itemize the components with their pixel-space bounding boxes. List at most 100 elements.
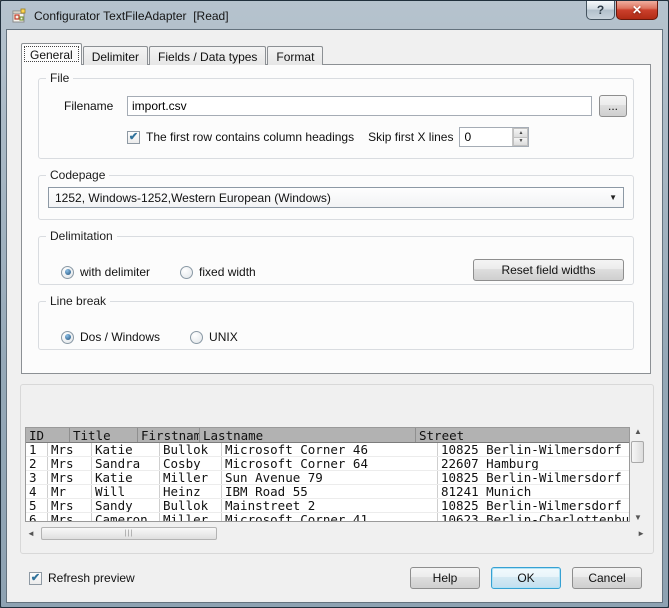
browse-button[interactable]: ... — [599, 95, 627, 117]
radio-unix[interactable] — [190, 331, 203, 344]
cell-lastname: Bullok — [160, 443, 222, 456]
app-icon — [12, 8, 28, 24]
scrollbar-grip-icon: ||| — [125, 530, 133, 537]
cell-lastname: Bullok — [160, 499, 222, 512]
cell-street: Microsoft Corner 41 — [222, 513, 438, 522]
vertical-scrollbar-thumb[interactable] — [631, 441, 644, 463]
codepage-selected-value: 1252, Windows-1252,Western European (Win… — [55, 191, 609, 205]
footer-bar: ✔ Refresh preview Help OK Cancel — [29, 567, 642, 589]
dialog-window: Configurator TextFileAdapter [Read] ? ✕ … — [0, 0, 669, 608]
first-row-checkbox[interactable]: ✔ — [127, 131, 140, 144]
preview-column-header: Firstname — [138, 428, 200, 442]
table-row[interactable]: 1 Mrs Katie Bullok Microsoft Corner 46 1… — [26, 443, 629, 457]
titlebar[interactable]: Configurator TextFileAdapter [Read] ? ✕ — [6, 1, 663, 29]
filename-label: Filename — [64, 99, 127, 113]
scroll-left-icon[interactable]: ◄ — [27, 529, 35, 538]
cell-id: 5 — [26, 499, 48, 512]
cell-firstname: Sandy — [92, 499, 160, 512]
codepage-select[interactable]: 1252, Windows-1252,Western European (Win… — [48, 187, 624, 208]
tab-general[interactable]: General — [21, 43, 82, 65]
codepage-group: Codepage 1252, Windows-1252,Western Euro… — [38, 168, 634, 220]
cell-id: 2 — [26, 457, 48, 470]
radio-dos-windows[interactable] — [61, 331, 74, 344]
horizontal-scrollbar-thumb[interactable]: ||| — [41, 527, 217, 540]
check-icon: ✔ — [129, 132, 138, 143]
tab-format[interactable]: Format — [267, 46, 323, 65]
cell-id: 1 — [26, 443, 48, 456]
spinner-up-icon: ▲ — [518, 130, 523, 136]
table-row[interactable]: 4 Mr Will Heinz IBM Road 55 81241 Munich — [26, 485, 629, 499]
cell-postalcode-city: 10623 Berlin-Charlottenburg — [438, 513, 630, 522]
cell-title: Mrs — [48, 443, 92, 456]
preview-panel: IDTitleFirstnameLastnameStreetPostalCode… — [20, 384, 654, 554]
linebreak-group: Line break Dos / Windows UNIX — [38, 294, 634, 350]
horizontal-scrollbar[interactable]: ◄ ||| ► — [25, 527, 647, 541]
skip-lines-input[interactable] — [460, 128, 512, 146]
cell-postalcode-city: 81241 Munich — [438, 485, 630, 498]
radio-dos-windows-label: Dos / Windows — [80, 330, 160, 344]
cell-street: Microsoft Corner 64 — [222, 457, 438, 470]
spinner-up-button[interactable]: ▲ — [513, 128, 528, 138]
tab-page-general: File Filename ... ✔ The first row contai… — [21, 64, 651, 374]
close-icon: ✕ — [632, 3, 642, 17]
cell-id: 3 — [26, 471, 48, 484]
cell-firstname: Cameron — [92, 513, 160, 522]
cell-title: Mrs — [48, 499, 92, 512]
codepage-group-label: Codepage — [46, 168, 109, 182]
spinner-down-icon: ▼ — [518, 138, 523, 144]
chevron-down-icon: ▼ — [609, 193, 617, 202]
preview-column-header: Street — [416, 428, 630, 442]
cell-street: IBM Road 55 — [222, 485, 438, 498]
skip-lines-label: Skip first X lines — [368, 130, 453, 144]
radio-fixed-width[interactable] — [180, 266, 193, 279]
tab-fields-data-types[interactable]: Fields / Data types — [149, 46, 266, 65]
scroll-down-icon[interactable]: ▼ — [634, 513, 642, 522]
cell-postalcode-city: 10825 Berlin-Wilmersdorf — [438, 471, 630, 484]
file-group: File Filename ... ✔ The first row contai… — [38, 71, 634, 159]
cell-title: Mrs — [48, 457, 92, 470]
cell-title: Mr — [48, 485, 92, 498]
close-button[interactable]: ✕ — [616, 1, 658, 20]
cell-title: Mrs — [48, 513, 92, 522]
vertical-scrollbar[interactable]: ▲ ▼ — [630, 427, 646, 522]
cell-street: Sun Avenue 79 — [222, 471, 438, 484]
table-row[interactable]: 3 Mrs Katie Miller Sun Avenue 79 10825 B… — [26, 471, 629, 485]
radio-with-delimiter-label: with delimiter — [80, 265, 150, 279]
cell-postalcode-city: 10825 Berlin-Wilmersdorf — [438, 443, 630, 456]
caption-buttons: ? ✕ — [586, 1, 658, 20]
table-row[interactable]: 2 Mrs Sandra Cosby Microsoft Corner 64 2… — [26, 457, 629, 471]
preview-column-header: Title — [70, 428, 138, 442]
refresh-preview-checkbox[interactable]: ✔ — [29, 572, 42, 585]
cell-id: 6 — [26, 513, 48, 522]
preview-column-header: Lastname — [200, 428, 416, 442]
table-row[interactable]: 5 Mrs Sandy Bullok Mainstreet 2 10825 Be… — [26, 499, 629, 513]
delimitation-group: Delimitation with delimiter fixed width … — [38, 229, 634, 285]
cancel-button[interactable]: Cancel — [572, 567, 642, 589]
radio-fixed-width-label: fixed width — [199, 265, 256, 279]
help-button[interactable]: Help — [410, 567, 480, 589]
check-icon: ✔ — [31, 573, 40, 584]
cell-id: 4 — [26, 485, 48, 498]
tab-strip: General Delimiter Fields / Data types Fo… — [21, 43, 662, 65]
delimitation-group-label: Delimitation — [46, 229, 117, 243]
radio-with-delimiter[interactable] — [61, 266, 74, 279]
preview-column-header: ID — [26, 428, 70, 442]
spinner-down-button[interactable]: ▼ — [513, 138, 528, 147]
preview-table[interactable]: IDTitleFirstnameLastnameStreetPostalCode… — [25, 427, 630, 522]
file-group-label: File — [46, 71, 73, 85]
help-caption-button[interactable]: ? — [586, 1, 615, 20]
linebreak-group-label: Line break — [46, 294, 110, 308]
scroll-up-icon[interactable]: ▲ — [634, 427, 642, 436]
scroll-right-icon[interactable]: ► — [637, 529, 645, 538]
cell-postalcode-city: 22607 Hamburg — [438, 457, 630, 470]
tab-delimiter[interactable]: Delimiter — [83, 46, 148, 65]
cell-street: Mainstreet 2 — [222, 499, 438, 512]
radio-unix-label: UNIX — [209, 330, 238, 344]
filename-input[interactable] — [127, 96, 592, 116]
cell-postalcode-city: 10825 Berlin-Wilmersdorf — [438, 499, 630, 512]
reset-field-widths-button[interactable]: Reset field widths — [473, 259, 624, 281]
ok-button[interactable]: OK — [491, 567, 561, 589]
table-row[interactable]: 6 Mrs Cameron Miller Microsoft Corner 41… — [26, 513, 629, 522]
help-icon: ? — [597, 3, 604, 17]
preview-table-body: 1 Mrs Katie Bullok Microsoft Corner 46 1… — [26, 443, 629, 522]
